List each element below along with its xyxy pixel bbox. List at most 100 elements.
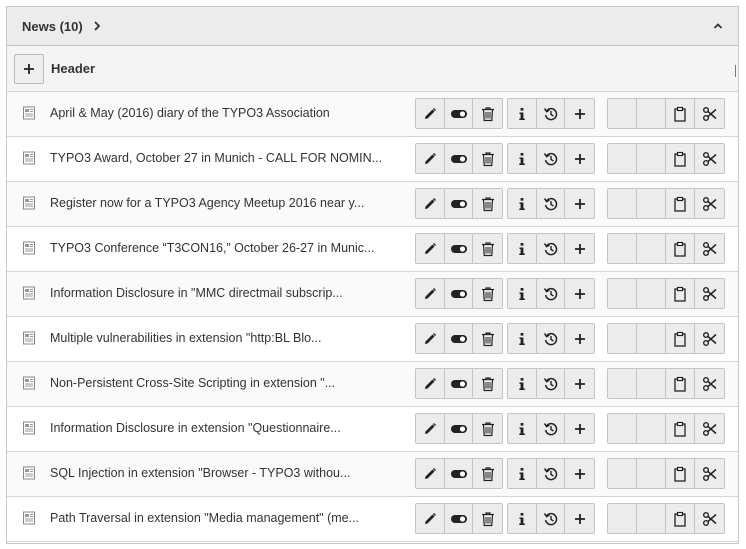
delete-button[interactable]	[473, 144, 502, 173]
edit-button[interactable]	[416, 324, 445, 353]
document-icon[interactable]	[22, 106, 36, 120]
cut-button[interactable]	[695, 369, 724, 398]
delete-button[interactable]	[473, 504, 502, 533]
new-record-after-button[interactable]	[565, 324, 594, 353]
delete-button[interactable]	[473, 99, 502, 128]
history-button[interactable]	[536, 234, 566, 263]
document-icon[interactable]	[22, 241, 36, 255]
chevron-right-icon[interactable]	[89, 18, 105, 34]
document-icon[interactable]	[22, 286, 36, 300]
cut-button[interactable]	[695, 414, 724, 443]
record-title[interactable]: April & May (2016) diary of the TYPO3 As…	[50, 106, 406, 120]
edit-button[interactable]	[416, 189, 445, 218]
document-icon[interactable]	[22, 196, 36, 210]
toggle-visibility-button[interactable]	[444, 504, 474, 533]
delete-button[interactable]	[473, 369, 502, 398]
copy-button[interactable]	[666, 189, 695, 218]
cut-button[interactable]	[695, 189, 724, 218]
delete-button[interactable]	[473, 279, 502, 308]
new-record-after-button[interactable]	[565, 279, 594, 308]
toggle-visibility-button[interactable]	[444, 99, 474, 128]
info-button[interactable]	[508, 234, 537, 263]
copy-button[interactable]	[666, 414, 695, 443]
copy-button[interactable]	[666, 279, 695, 308]
record-title[interactable]: TYPO3 Award, October 27 in Munich - CALL…	[50, 151, 406, 165]
copy-button[interactable]	[666, 459, 695, 488]
info-button[interactable]	[508, 324, 537, 353]
record-title[interactable]: Register now for a TYPO3 Agency Meetup 2…	[50, 196, 406, 210]
new-record-after-button[interactable]	[565, 234, 594, 263]
info-button[interactable]	[508, 144, 537, 173]
new-record-after-button[interactable]	[565, 504, 594, 533]
info-button[interactable]	[508, 504, 537, 533]
document-icon[interactable]	[22, 466, 36, 480]
panel-header[interactable]: News (10)	[7, 7, 738, 46]
edit-button[interactable]	[416, 279, 445, 308]
cut-button[interactable]	[695, 144, 724, 173]
toggle-visibility-button[interactable]	[444, 369, 474, 398]
toggle-visibility-button[interactable]	[444, 279, 474, 308]
history-button[interactable]	[536, 414, 566, 443]
delete-button[interactable]	[473, 189, 502, 218]
new-record-after-button[interactable]	[565, 459, 594, 488]
cut-button[interactable]	[695, 459, 724, 488]
edit-button[interactable]	[416, 99, 445, 128]
record-title[interactable]: TYPO3 Conference “T3CON16,” October 26-2…	[50, 241, 406, 255]
history-button[interactable]	[536, 189, 566, 218]
copy-button[interactable]	[666, 324, 695, 353]
history-button[interactable]	[536, 99, 566, 128]
edit-button[interactable]	[416, 504, 445, 533]
toggle-visibility-button[interactable]	[444, 324, 474, 353]
delete-button[interactable]	[473, 459, 502, 488]
document-icon[interactable]	[22, 331, 36, 345]
record-title[interactable]: Path Traversal in extension "Media manag…	[50, 511, 406, 525]
info-button[interactable]	[508, 414, 537, 443]
copy-button[interactable]	[666, 144, 695, 173]
edit-button[interactable]	[416, 144, 445, 173]
record-title[interactable]: SQL Injection in extension "Browser - TY…	[50, 466, 406, 480]
document-icon[interactable]	[22, 376, 36, 390]
record-title[interactable]: Information Disclosure in extension "Que…	[50, 421, 406, 435]
copy-button[interactable]	[666, 234, 695, 263]
info-button[interactable]	[508, 459, 537, 488]
cut-button[interactable]	[695, 234, 724, 263]
record-title[interactable]: Information Disclosure in "MMC directmai…	[50, 286, 406, 300]
info-button[interactable]	[508, 279, 537, 308]
cut-button[interactable]	[695, 279, 724, 308]
edit-button[interactable]	[416, 369, 445, 398]
history-button[interactable]	[536, 324, 566, 353]
toggle-visibility-button[interactable]	[444, 189, 474, 218]
copy-button[interactable]	[666, 99, 695, 128]
toggle-visibility-button[interactable]	[444, 414, 474, 443]
document-icon[interactable]	[22, 151, 36, 165]
delete-button[interactable]	[473, 234, 502, 263]
history-button[interactable]	[536, 504, 566, 533]
copy-button[interactable]	[666, 369, 695, 398]
toggle-visibility-button[interactable]	[444, 459, 474, 488]
new-record-after-button[interactable]	[565, 369, 594, 398]
history-button[interactable]	[536, 144, 566, 173]
history-button[interactable]	[536, 459, 566, 488]
toggle-visibility-button[interactable]	[444, 144, 474, 173]
history-button[interactable]	[536, 369, 566, 398]
record-title[interactable]: Multiple vulnerabilities in extension "h…	[50, 331, 406, 345]
document-icon[interactable]	[22, 511, 36, 525]
edit-button[interactable]	[416, 234, 445, 263]
info-button[interactable]	[508, 189, 537, 218]
cut-button[interactable]	[695, 99, 724, 128]
record-title[interactable]: Non-Persistent Cross-Site Scripting in e…	[50, 376, 406, 390]
copy-button[interactable]	[666, 504, 695, 533]
new-record-after-button[interactable]	[565, 99, 594, 128]
delete-button[interactable]	[473, 414, 502, 443]
info-button[interactable]	[508, 99, 537, 128]
new-record-after-button[interactable]	[565, 414, 594, 443]
new-record-after-button[interactable]	[565, 189, 594, 218]
add-content-button[interactable]	[14, 53, 44, 84]
info-button[interactable]	[508, 369, 537, 398]
history-button[interactable]	[536, 279, 566, 308]
document-icon[interactable]	[22, 421, 36, 435]
delete-button[interactable]	[473, 324, 502, 353]
edit-button[interactable]	[416, 459, 445, 488]
new-record-after-button[interactable]	[565, 144, 594, 173]
chevron-up-icon[interactable]	[710, 18, 726, 34]
